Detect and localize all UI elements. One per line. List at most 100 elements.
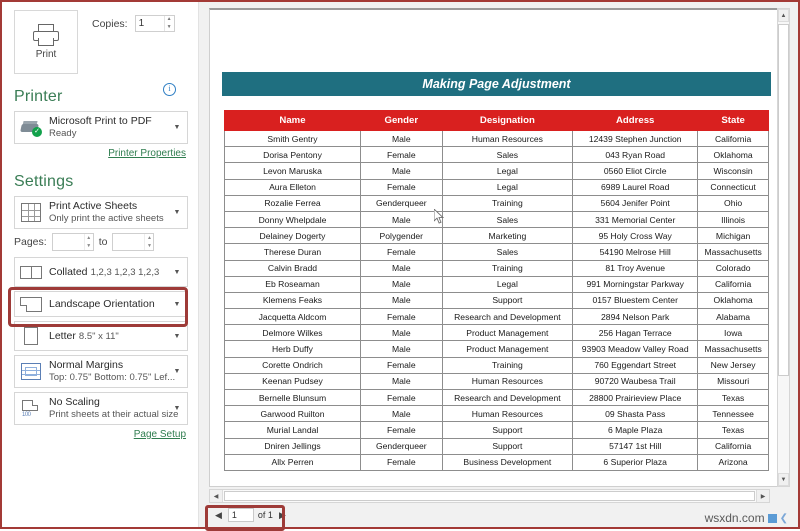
pages-from-value[interactable] (53, 234, 84, 250)
table-cell: Training (441, 259, 574, 277)
table-cell: Human Resources (441, 129, 574, 148)
chevron-down-icon[interactable]: ▼ (171, 368, 183, 375)
table-cell: Research and Development (441, 388, 574, 407)
table-cell: Oklahoma (697, 291, 769, 310)
table-cell: Sales (441, 243, 574, 261)
sheets-grid-icon (19, 203, 43, 222)
collation-title: Collated (49, 265, 88, 278)
paper-size-select[interactable]: Letter 8.5" x 11" ▼ (14, 321, 188, 351)
copies-stepper[interactable]: 1 ▲ ▼ (134, 15, 175, 32)
vscroll-thumb[interactable] (778, 24, 789, 376)
scroll-left-button[interactable]: ◀ (210, 490, 223, 502)
table-cell: 6989 Laurel Road (572, 178, 699, 196)
table-cell: 54190 Melrose Hill (572, 243, 699, 261)
table-cell: 12439 Stephen Junction (572, 129, 699, 148)
table-cell: Missouri (697, 372, 769, 391)
margins-select[interactable]: Normal Margins Top: 0.75" Bottom: 0.75" … (14, 355, 188, 388)
pages-from-down[interactable]: ▼ (85, 242, 93, 250)
table-header-row: Name Gender Designation Address State (224, 110, 769, 131)
table-cell: California (697, 129, 769, 148)
chevron-down-icon[interactable]: ▼ (171, 405, 183, 412)
settings-section-heading: Settings (14, 173, 74, 190)
copies-value[interactable]: 1 (136, 18, 164, 29)
preview-scroll-area: Making Page Adjustment Name Gender Designa… (199, 2, 798, 487)
table-row: Garwood Ruilton Male Human Resources 09 Sha… (224, 405, 769, 423)
pages-from-input[interactable]: ▲ ▼ (51, 233, 94, 251)
table-cell: 6 Superior Plaza (572, 453, 699, 471)
table-cell: Massachusetts (697, 340, 769, 358)
scaling-subtitle: Print sheets at their actual size (49, 409, 179, 420)
watermark-chevron-icon: ❮ (779, 512, 788, 524)
chevron-down-icon[interactable]: ▼ (171, 301, 183, 308)
table-cell: Arizona (697, 453, 769, 471)
table-cell: Product Management (441, 340, 574, 358)
table-cell: New Jersey (697, 356, 769, 374)
pages-to-down[interactable]: ▼ (145, 242, 153, 250)
chevron-down-icon[interactable]: ▼ (171, 209, 183, 216)
current-page-input[interactable]: 1 (227, 508, 254, 522)
scroll-right-button[interactable]: ▶ (756, 490, 769, 502)
previous-page-button[interactable]: ◀ (213, 510, 224, 521)
hscroll-thumb[interactable] (224, 491, 755, 501)
table-row: Eb Roseaman Male Legal 991 Morningstar Park… (224, 275, 769, 293)
hscroll-track[interactable] (223, 490, 756, 502)
document-title: Making Page Adjustment (222, 72, 771, 96)
table-cell: Herb Duffy (224, 340, 361, 358)
copies-spinner-up[interactable]: ▲ (165, 16, 174, 24)
printer-info-icon[interactable]: i (163, 83, 176, 96)
pages-from-up[interactable]: ▲ (85, 234, 93, 242)
table-cell: Legal (441, 162, 574, 180)
printer-icon (33, 24, 59, 46)
table-row: Dniren Jellings Genderqueer Support 57147 1… (224, 437, 769, 455)
table-row: Allx Perren Female Business Development 6 S… (224, 453, 769, 471)
copies-spinner-arrows[interactable]: ▲ ▼ (163, 16, 174, 32)
print-what-subtitle: Only print the active sheets (49, 213, 164, 224)
printer-name: Microsoft Print to PDF (49, 115, 152, 127)
printer-properties-link[interactable]: Printer Properties (14, 148, 186, 159)
table-cell: Ohio (697, 194, 769, 212)
chevron-down-icon[interactable]: ▼ (171, 124, 183, 131)
table-cell: 0157 Bluestem Center (572, 291, 699, 310)
pages-to-input[interactable]: ▲ ▼ (112, 233, 155, 251)
printer-select[interactable]: ✓ Microsoft Print to PDF Ready ▼ (14, 111, 188, 144)
pages-to-value[interactable] (113, 234, 144, 250)
scroll-up-button[interactable]: ▲ (778, 9, 789, 22)
table-cell: Support (441, 291, 574, 310)
table-cell: Bernelle Blunsum (224, 388, 361, 407)
collation-select[interactable]: Collated 1,2,3 1,2,3 1,2,3 ▼ (14, 257, 188, 287)
page-navigator: ◀ 1 of 1 ▶ (209, 506, 292, 524)
table-cell: 81 Troy Avenue (572, 259, 699, 277)
table-cell: Garwood Ruilton (224, 405, 361, 423)
table-cell: 991 Morningstar Parkway (572, 275, 699, 293)
table-cell: Corette Ondrich (224, 356, 361, 374)
copies-spinner-down[interactable]: ▼ (165, 24, 174, 32)
table-cell: 57147 1st Hill (572, 437, 699, 455)
chevron-down-icon[interactable]: ▼ (171, 333, 183, 340)
scaling-select[interactable]: 100 No Scaling Print sheets at their act… (14, 392, 188, 425)
table-cell: Delainey Dogerty (224, 227, 361, 245)
table-cell: Male (360, 162, 443, 180)
orientation-select[interactable]: Landscape Orientation ▼ (14, 291, 188, 317)
vscroll-track[interactable] (778, 22, 789, 473)
next-page-button[interactable]: ▶ (277, 510, 288, 521)
table-cell: 760 Eggendart Street (572, 356, 699, 374)
table-cell: Female (360, 388, 443, 407)
preview-horizontal-scrollbar[interactable]: ◀ ▶ (209, 489, 770, 503)
page-setup-link[interactable]: Page Setup (14, 429, 186, 440)
pages-to-up[interactable]: ▲ (145, 234, 153, 242)
table-cell: Levon Maruska (224, 162, 361, 180)
orientation-title: Landscape Orientation (49, 298, 155, 310)
printer-status: Ready (49, 128, 77, 139)
table-cell: Male (360, 372, 443, 391)
print-what-select[interactable]: Print Active Sheets Only print the activ… (14, 196, 188, 229)
preview-vertical-scrollbar[interactable]: ▲ ▼ (777, 8, 790, 487)
table-cell: Training (441, 194, 574, 212)
table-row: Herb Duffy Male Product Management 93903 Me… (224, 340, 769, 358)
table-cell: 2894 Nelson Park (572, 308, 699, 326)
print-button[interactable]: Print (14, 10, 78, 74)
chevron-down-icon[interactable]: ▼ (171, 269, 183, 276)
table-cell: Keenan Pudsey (224, 372, 361, 391)
scroll-down-button[interactable]: ▼ (778, 473, 789, 486)
employee-table: Name Gender Designation Address State Smith … (224, 110, 769, 471)
table-cell: California (697, 437, 769, 455)
